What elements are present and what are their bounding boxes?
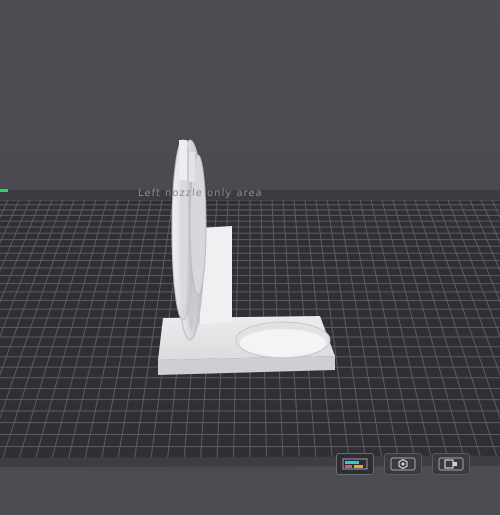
settings-hex-icon: [390, 457, 416, 471]
axis-indicator: [0, 189, 8, 192]
settings-button[interactable]: [384, 453, 422, 475]
print-preview-button[interactable]: [432, 453, 470, 475]
print-preview-icon: [438, 457, 464, 471]
view-toolbar: [336, 453, 470, 475]
build-plate-scene[interactable]: [0, 0, 500, 515]
3d-viewport[interactable]: Left nozzle only area: [0, 0, 500, 515]
view-layers-button[interactable]: [336, 453, 374, 475]
plate-area-label: Left nozzle only area: [137, 188, 264, 199]
view-layers-icon: [342, 458, 368, 470]
